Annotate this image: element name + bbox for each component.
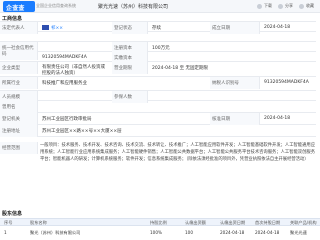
- avatar: [42, 25, 49, 30]
- shareholder-name-link[interactable]: 聚光（苏州）科技有限公司: [30, 230, 80, 236]
- share-button[interactable]: 分享: [278, 3, 293, 9]
- founded-value: 2024-04-18: [264, 25, 291, 30]
- legal-rep-value[interactable]: 祁××: [40, 22, 65, 34]
- divider: [0, 90, 316, 91]
- company-name: 聚光光速（苏州）科技有限公司: [98, 4, 169, 10]
- logo-subtitle: 全国企业信用查询系统: [36, 3, 76, 8]
- tax-id-value: 91320594MADKF4A: [264, 80, 309, 85]
- share-icon: [278, 3, 283, 9]
- scope-label: 经营范围: [0, 142, 38, 154]
- insured-label: 参保人数: [112, 91, 148, 103]
- status-value: 存续: [152, 26, 161, 31]
- registrar-label: 登记机关: [0, 113, 38, 125]
- industry-label: 所属行业: [0, 77, 38, 89]
- divider: [0, 100, 316, 101]
- registrar-value: 苏州工业园区行政审批局: [42, 117, 92, 122]
- company-type-label: 企业类型: [0, 62, 38, 74]
- founded-label: 成立日期: [210, 22, 260, 34]
- col-date: 认缴出资日期: [220, 220, 246, 225]
- download-button[interactable]: 下载: [257, 3, 272, 9]
- former-name-label: 曾用名: [0, 101, 38, 113]
- download-icon: [257, 3, 262, 9]
- col-ratio: 持股比例: [150, 220, 167, 225]
- logo[interactable]: 企查查: [3, 1, 35, 12]
- top-actions: 下载 分享 收藏: [257, 3, 314, 9]
- industry-value: 科技推广和应用服务业: [42, 81, 87, 86]
- approved-value: 2024-04-18: [264, 116, 291, 121]
- capital-value: 100万元: [152, 46, 170, 51]
- shareholder-title: 股东信息: [2, 211, 23, 217]
- credit-code-label: 统一社会信用代码: [0, 42, 38, 60]
- row-first: 2024-04-18: [255, 230, 280, 235]
- logo-text: 企查查: [6, 5, 25, 12]
- row-idx: 1: [4, 230, 7, 235]
- address-value: 苏州工业园区××路××号××大厦××层: [42, 129, 122, 134]
- col-amount: 认缴出资额: [185, 220, 206, 225]
- legal-rep-label: 法定代表人: [0, 22, 38, 34]
- star-icon: [299, 3, 304, 9]
- tax-id-label: 纳税人识别号: [210, 77, 260, 89]
- col-idx: 序号: [4, 220, 13, 225]
- address-label: 注册地址: [0, 125, 38, 137]
- row-amount: 100: [185, 230, 193, 235]
- col-name: 股东名称: [30, 220, 47, 225]
- row-date: 2024-04-18: [220, 230, 245, 235]
- col-related: 关联产品/机构: [290, 220, 317, 225]
- approved-label: 核准日期: [210, 113, 260, 125]
- table-row[interactable]: 1 聚光（苏州）科技有限公司 100% 100 2024-04-18 2024-…: [0, 228, 320, 238]
- row-ratio: 100%: [150, 230, 162, 235]
- term-value: 2024-04-18 至 无固定期限: [152, 66, 209, 71]
- top-bar: 企查查 全国企业信用查询系统 聚光光速（苏州）科技有限公司 下载 分享 收藏: [0, 0, 320, 13]
- shareholder-header: 序号 股东名称 持股比例 认缴出资额 认缴出资日期 首次持股日期 关联产品/机构: [0, 218, 320, 226]
- row-related-link[interactable]: 聚光光速: [290, 230, 307, 236]
- business-scope: 一般项目：技术服务、技术开发、技术咨询、技术交流、技术转让、技术推广；人工智能应…: [40, 143, 315, 162]
- col-first: 首次持股日期: [255, 220, 281, 225]
- favorite-button[interactable]: 收藏: [299, 3, 314, 9]
- status-label: 登记状态: [112, 22, 148, 34]
- term-label: 营业期限: [112, 62, 148, 74]
